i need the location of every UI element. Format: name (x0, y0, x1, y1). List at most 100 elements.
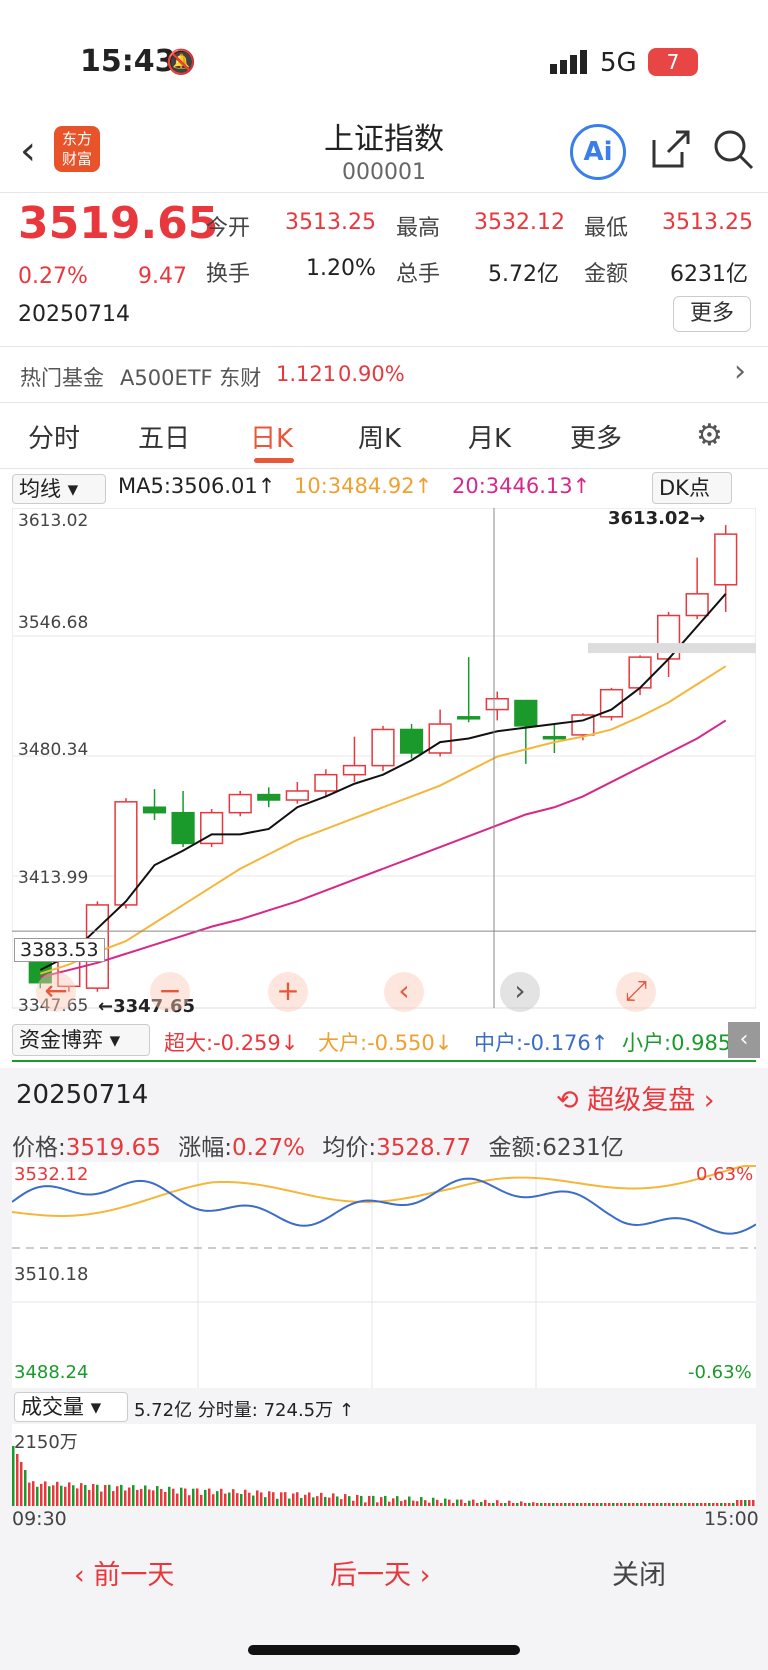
volume-bar (440, 1503, 443, 1506)
volume-bar (316, 1496, 319, 1506)
volume-bar (648, 1503, 651, 1506)
price-row: 价格:3519.65 涨幅:0.27% 均价:3528.77 金额:6231亿 (12, 1128, 752, 1162)
volume-bar (108, 1484, 111, 1506)
volume-bar (568, 1503, 571, 1506)
volume-bar (436, 1499, 439, 1506)
hot-fund-row[interactable]: 热门基金 A500ETF 东财 1.121 0.90% › (0, 350, 768, 400)
zoom-in-icon[interactable]: + (268, 972, 308, 1012)
volume-bar (432, 1497, 435, 1506)
volume-bar (736, 1500, 739, 1506)
volume-bar (448, 1499, 451, 1506)
volume-bar (172, 1488, 175, 1506)
volume-bar (520, 1501, 523, 1506)
volume-bar (224, 1493, 227, 1506)
volume-bar (640, 1503, 643, 1506)
tab-monthly-k[interactable]: 月K (468, 418, 511, 455)
change-percent: 0.27% (18, 264, 88, 289)
volume-select[interactable]: 成交量 ▾ (14, 1392, 128, 1422)
volume-bar (392, 1498, 395, 1506)
volume-bar (700, 1503, 703, 1506)
ai-button[interactable]: Ai (570, 124, 626, 180)
candle-body (228, 793, 252, 814)
volume-bar (724, 1503, 727, 1506)
intraday-top-price: 3532.12 (14, 1164, 89, 1185)
candle-body (285, 790, 309, 801)
prev-day-button[interactable]: ‹ 前一天 (74, 1553, 174, 1592)
dk-select[interactable]: DK点 ◢ (652, 472, 732, 530)
volume-bar (604, 1503, 607, 1506)
volume-bar (652, 1503, 655, 1506)
volume-bar (532, 1502, 535, 1506)
volume-bar (52, 1485, 55, 1506)
candle-body (714, 533, 738, 586)
search-icon[interactable] (712, 128, 756, 176)
ma-select[interactable]: 均线 ▾ (12, 474, 106, 504)
volume-bar (472, 1499, 475, 1506)
more-button[interactable]: 更多 (673, 296, 751, 332)
kline-chart[interactable] (12, 508, 756, 1016)
zoom-out-icon[interactable]: − (150, 972, 190, 1012)
capital-select[interactable]: 资金博弈 ▾ (12, 1024, 150, 1056)
fullscreen-icon[interactable]: ⤢ (616, 972, 656, 1012)
volume-bar (56, 1481, 59, 1506)
volume-bar (496, 1500, 499, 1506)
volume-bar (512, 1503, 515, 1506)
candle-body (257, 793, 281, 801)
volume-bar (48, 1486, 51, 1506)
volume-bar (668, 1503, 671, 1506)
volume-bar (160, 1489, 163, 1506)
volume-bar (252, 1495, 255, 1506)
volume-bar (556, 1503, 559, 1506)
settings-icon[interactable]: ⚙ (696, 418, 723, 453)
volume-bar (408, 1496, 411, 1506)
candle-body (485, 697, 509, 711)
volume-bar (656, 1503, 659, 1506)
mid-flow: 中户:-0.176↑ (474, 1031, 609, 1055)
volume-bar (740, 1500, 743, 1506)
volume-bar (192, 1488, 195, 1506)
low-value: 3513.25 (662, 210, 753, 235)
replay-button[interactable]: ⟲ 超级复盘 › (556, 1078, 715, 1117)
volume-bar (196, 1488, 199, 1506)
volume-bar (492, 1503, 495, 1506)
next-day-button[interactable]: 后一天 › (330, 1553, 430, 1592)
volume-bar (284, 1492, 287, 1506)
tab-weekly-k[interactable]: 周K (358, 418, 401, 455)
volume-bar (72, 1485, 75, 1506)
avg-price-line (12, 1165, 756, 1217)
close-button[interactable]: 关闭 (612, 1553, 666, 1592)
volume-bar (600, 1503, 603, 1506)
pct-value: 0.27% (231, 1135, 306, 1161)
volume-bar (452, 1503, 455, 1506)
volume-bar (704, 1503, 707, 1506)
next-icon[interactable]: › (500, 972, 540, 1012)
last-price: 3519.65 (18, 198, 219, 249)
share-icon[interactable] (648, 128, 692, 176)
volume-bar (380, 1497, 383, 1506)
scroll-left-icon[interactable]: ← (36, 972, 76, 1012)
tab-intraday[interactable]: 分时 (28, 418, 80, 455)
volume-bar (456, 1499, 459, 1506)
tab-more[interactable]: 更多 (570, 418, 622, 455)
volume-bar (680, 1503, 683, 1506)
super-flow: 超大:-0.259↓ (164, 1031, 299, 1055)
volume-bar (484, 1499, 487, 1506)
intraday-chart[interactable] (12, 1162, 756, 1388)
volume-bar (592, 1503, 595, 1506)
volume-bar (744, 1500, 747, 1506)
volume-bar (364, 1502, 367, 1506)
tab-five-day[interactable]: 五日 (138, 418, 190, 455)
prev-icon[interactable]: ‹ (384, 972, 424, 1012)
volume-bar (540, 1503, 543, 1506)
low-label: 最低 (584, 216, 629, 241)
chevron-right-icon: › (734, 354, 746, 389)
volume-bar (572, 1503, 575, 1506)
ai-label: Ai (583, 137, 613, 167)
candle-body (114, 801, 138, 906)
volume-bar (272, 1492, 275, 1506)
volume-bar (36, 1486, 39, 1506)
volume-chart[interactable] (12, 1424, 756, 1506)
tab-daily-k[interactable]: 日K (250, 418, 293, 455)
collapse-icon[interactable]: ‹ (728, 1022, 760, 1058)
candle-body (428, 723, 452, 754)
